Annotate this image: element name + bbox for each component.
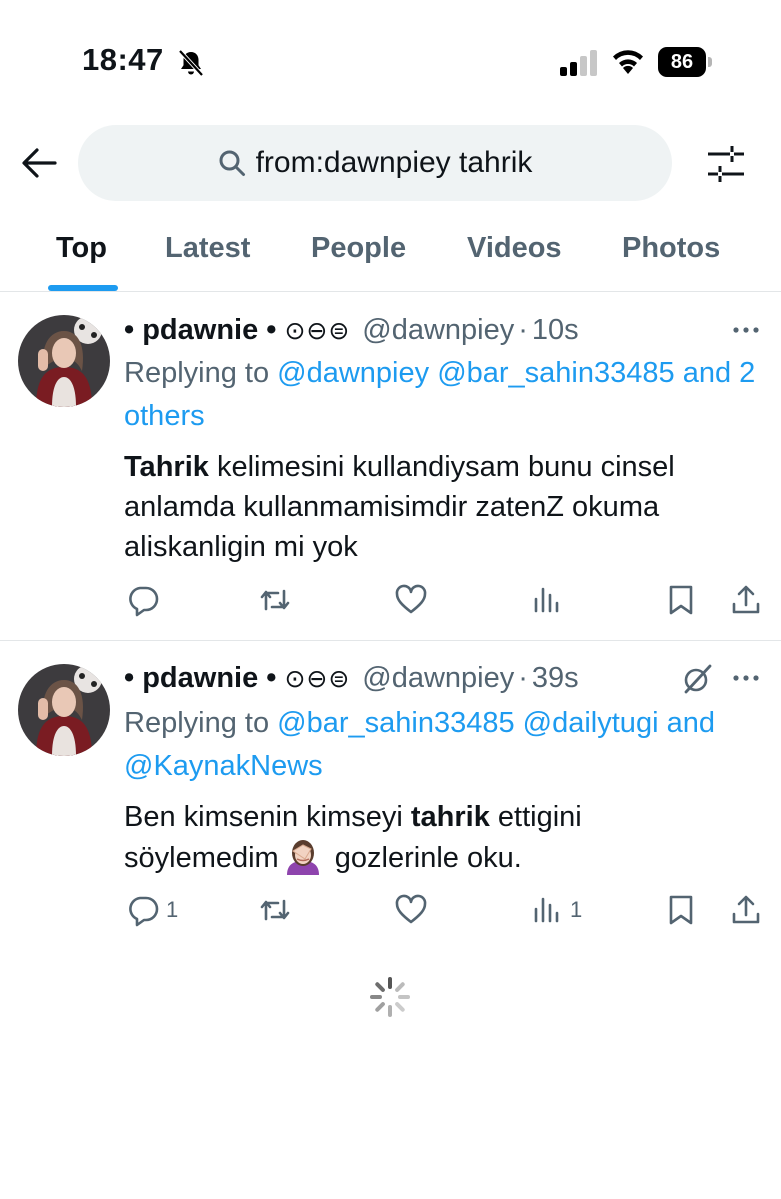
share-icon — [732, 585, 760, 614]
tweet-timestamp[interactable]: 10s — [532, 314, 579, 347]
status-time: 18:47 — [82, 42, 164, 77]
replying-to-label: Replying to — [124, 707, 270, 739]
reply-button[interactable] — [126, 578, 160, 622]
display-name[interactable]: • pdawnie • — [124, 662, 276, 695]
tweet-actions: 1 1 — [0, 888, 781, 932]
tweet-text: Ben kimsenin kimseyi tahrik ettigini söy… — [124, 797, 744, 878]
battery-icon: 86 — [658, 47, 714, 77]
user-handle[interactable]: @dawnpiey — [362, 314, 514, 347]
retweet-icon — [260, 899, 290, 921]
tweet[interactable]: • pdawnie • ⊙⊖⊜ @dawnpiey · 39s Replying… — [0, 641, 781, 941]
search-tabs: Top Latest People Videos Photos — [0, 222, 781, 292]
more-icon[interactable] — [728, 320, 764, 340]
reply-icon — [129, 896, 159, 927]
share-button[interactable] — [729, 888, 763, 932]
search-icon — [218, 149, 246, 177]
avatar[interactable] — [18, 315, 110, 407]
display-name[interactable]: • pdawnie • — [124, 314, 276, 347]
like-button[interactable] — [394, 578, 428, 622]
views-count: 1 — [570, 897, 583, 922]
like-button[interactable] — [394, 888, 428, 932]
bell-off-icon — [178, 49, 204, 77]
tweet-actions — [0, 578, 781, 622]
mention-link[interactable]: @KaynakNews — [124, 750, 323, 782]
grok-icon[interactable] — [680, 662, 714, 696]
separator-dot: · — [518, 314, 528, 346]
face-palm-emoji — [286, 840, 319, 875]
filter-icon[interactable] — [704, 142, 748, 186]
more-icon[interactable] — [728, 668, 764, 688]
bookmark-icon — [669, 895, 693, 925]
tab-latest[interactable]: Latest — [165, 232, 250, 265]
status-bar: 18:47 86 — [0, 0, 781, 110]
retweet-button[interactable] — [258, 578, 292, 622]
bookmark-icon — [669, 585, 693, 615]
replying-to: Replying to @dawnpiey @bar_sahin33485 an… — [124, 352, 764, 438]
battery-level: 86 — [658, 47, 706, 77]
highlighted-term: tahrik — [410, 801, 490, 833]
reply-count: 1 — [166, 897, 179, 922]
separator-dot: · — [518, 662, 528, 694]
retweet-icon — [260, 589, 290, 611]
views-button[interactable]: 1 — [530, 888, 582, 932]
mention-link[interactable]: @dailytugi — [523, 707, 659, 739]
retweet-button[interactable] — [258, 888, 292, 932]
tweet-text: Tahrik kelimesini kullandiysam bunu cins… — [124, 447, 744, 567]
replying-to-label: Replying to — [124, 357, 270, 389]
views-icon — [534, 897, 559, 923]
mention-and-label: and — [666, 707, 715, 739]
name-symbols: ⊙⊖⊜ — [284, 316, 351, 345]
back-arrow-icon — [22, 148, 57, 178]
user-handle[interactable]: @dawnpiey — [362, 662, 514, 695]
share-button[interactable] — [729, 578, 763, 622]
reply-button[interactable]: 1 — [126, 888, 178, 932]
loading-spinner-icon — [370, 977, 410, 1017]
avatar[interactable] — [18, 664, 110, 756]
share-icon — [732, 895, 760, 924]
tweet-body-start: Ben kimsenin kimseyi — [124, 801, 411, 833]
tweet-header: • pdawnie • ⊙⊖⊜ @dawnpiey · 10s — [124, 314, 579, 347]
views-button[interactable] — [530, 578, 564, 622]
tab-people[interactable]: People — [311, 232, 406, 265]
mention-link[interactable]: @bar_sahin33485 — [277, 707, 514, 739]
back-button[interactable] — [16, 140, 62, 186]
views-icon — [534, 587, 559, 613]
highlighted-term: Tahrik — [124, 451, 209, 483]
tweet-timestamp[interactable]: 39s — [532, 662, 579, 695]
reply-icon — [129, 586, 159, 617]
like-icon — [395, 584, 427, 614]
battery-tip — [708, 57, 712, 67]
signal-icon — [560, 50, 597, 76]
active-tab-indicator — [48, 285, 118, 291]
replying-to: Replying to @bar_sahin33485 @dailytugi a… — [124, 702, 764, 788]
search-query: from:dawnpiey tahrik — [255, 146, 533, 179]
tweet-body-end: gozlerinle oku. — [326, 842, 522, 874]
name-symbols: ⊙⊖⊜ — [284, 664, 351, 693]
mention-link[interactable]: @dawnpiey — [277, 357, 429, 389]
tweet-header: • pdawnie • ⊙⊖⊜ @dawnpiey · 39s — [124, 662, 579, 695]
mention-link[interactable]: @bar_sahin33485 — [437, 357, 674, 389]
tab-top[interactable]: Top — [56, 232, 107, 265]
tweet[interactable]: • pdawnie • ⊙⊖⊜ @dawnpiey · 10s Replying… — [0, 293, 781, 641]
tab-videos[interactable]: Videos — [467, 232, 562, 265]
like-icon — [395, 894, 427, 924]
bookmark-button[interactable] — [664, 888, 698, 932]
bookmark-button[interactable] — [664, 578, 698, 622]
wifi-icon — [613, 50, 643, 74]
search-input[interactable]: from:dawnpiey tahrik — [78, 125, 672, 201]
tab-photos[interactable]: Photos — [622, 232, 720, 265]
